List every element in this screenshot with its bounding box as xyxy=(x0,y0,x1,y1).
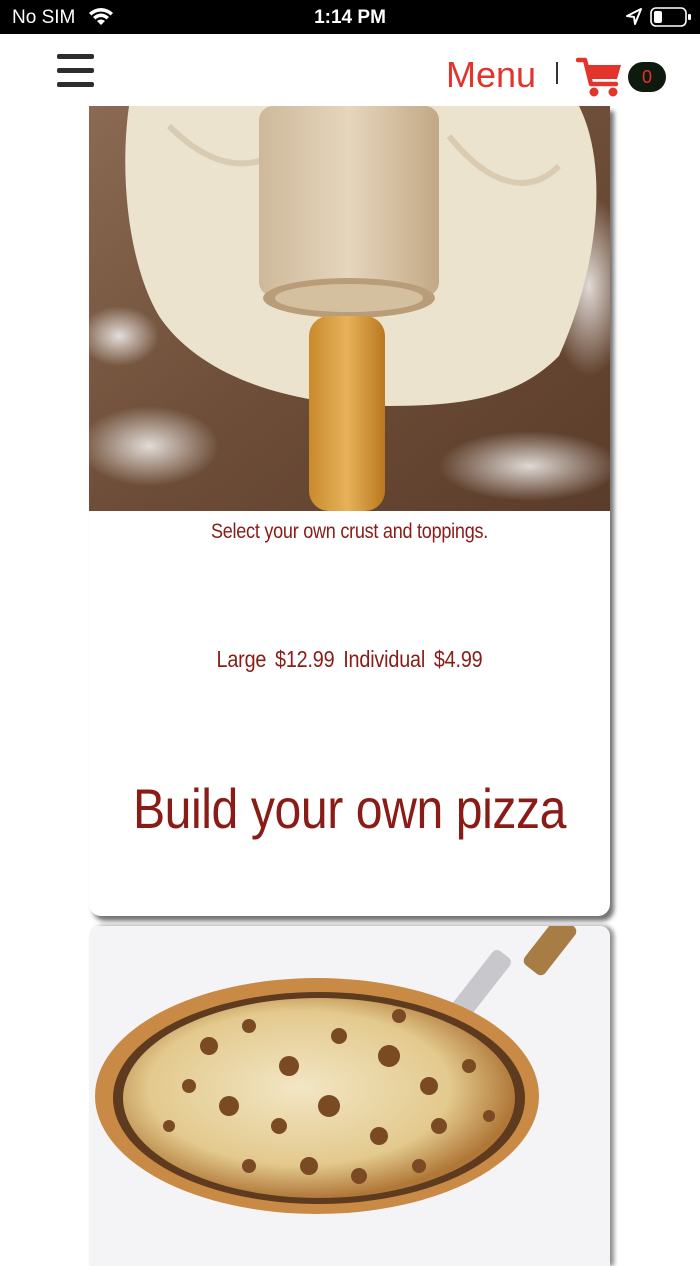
header-divider xyxy=(556,62,558,84)
hamburger-menu-icon[interactable] xyxy=(57,54,95,88)
app-header: Menu 0 xyxy=(0,34,700,106)
product-card-build-your-own[interactable]: Select your own crust and toppings. Larg… xyxy=(89,106,610,916)
product-description: Select your own crust and toppings. xyxy=(210,520,489,543)
product-prices: Large $12.99 Individual $4.99 xyxy=(216,646,483,672)
status-bar: No SIM 1:14 PM xyxy=(0,0,700,34)
cart-count-badge: 0 xyxy=(628,62,666,92)
clock: 1:14 PM xyxy=(314,7,386,28)
product-title: Build your own pizza xyxy=(132,777,567,840)
battery-icon xyxy=(650,7,691,27)
meat-pizza-image xyxy=(89,926,610,1266)
product-card-pizza[interactable] xyxy=(89,926,610,1266)
location-arrow-icon xyxy=(626,8,642,25)
menu-link[interactable]: Menu xyxy=(446,54,536,96)
shopping-cart-icon xyxy=(576,57,621,97)
cart-button[interactable]: 0 xyxy=(576,56,668,98)
dough-rolling-pin-image xyxy=(89,106,610,511)
